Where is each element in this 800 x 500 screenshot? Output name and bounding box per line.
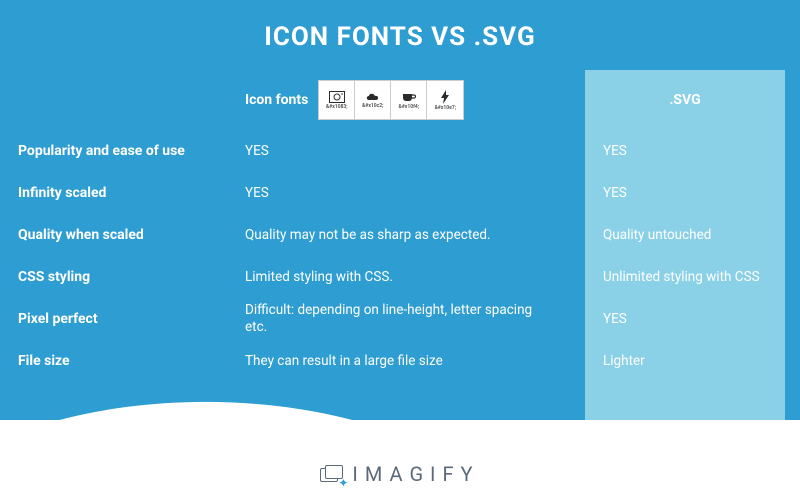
comparison-grid: Popularity and ease of use Infinity scal…	[0, 70, 800, 420]
cell-svg: Unlimited styling with CSS	[603, 256, 785, 298]
row-label: File size	[18, 340, 233, 382]
cloud-icon: &#x10c2;	[355, 81, 391, 119]
row-label: Quality when scaled	[18, 214, 233, 256]
iconfonts-header-label: Icon fonts	[245, 92, 308, 108]
cell-iconfonts: YES	[245, 130, 565, 172]
iconfont-code: &#x1083;	[326, 104, 348, 110]
iconfonts-header: Icon fonts &#x1083; &#x10c2; &#x10f4;	[245, 70, 565, 130]
cell-iconfonts: Difficult: depending on line-height, let…	[245, 298, 565, 340]
iconfont-code: &#x10e7;	[435, 105, 456, 111]
cell-svg: YES	[603, 298, 785, 340]
iconfont-code: &#x10f4;	[399, 104, 420, 110]
brand-logo: ✦ IMAGIFY	[320, 462, 479, 486]
row-label: Infinity scaled	[18, 172, 233, 214]
imagify-logo-icon: ✦	[320, 464, 346, 484]
row-labels-column: Popularity and ease of use Infinity scal…	[18, 130, 233, 382]
cell-svg: YES	[603, 172, 785, 214]
row-label: CSS styling	[18, 256, 233, 298]
infographic-panel: ICON FONTS VS .SVG Popularity and ease o…	[0, 0, 800, 420]
cell-svg: YES	[603, 130, 785, 172]
row-label: Pixel perfect	[18, 298, 233, 340]
row-label: Popularity and ease of use	[18, 130, 233, 172]
footer: ✦ IMAGIFY	[0, 462, 800, 488]
cell-svg: Lighter	[603, 340, 785, 382]
brand-name: IMAGIFY	[352, 462, 479, 486]
cell-iconfonts: YES	[245, 172, 565, 214]
svg-header: .SVG	[603, 70, 785, 130]
iconfonts-column: Icon fonts &#x1083; &#x10c2; &#x10f4;	[245, 70, 565, 382]
bolt-icon: &#x10e7;	[427, 81, 463, 119]
camera-icon: &#x1083;	[319, 81, 355, 119]
cell-iconfonts: They can result in a large file size	[245, 340, 565, 382]
iconfont-code: &#x10c2;	[362, 103, 383, 109]
iconfont-sample-image: &#x1083; &#x10c2; &#x10f4; &#x10e7;	[318, 80, 464, 120]
svg-column: .SVG YES YES Quality untouched Unlimited…	[585, 70, 785, 420]
cell-iconfonts: Quality may not be as sharp as expected.	[245, 214, 565, 256]
coffee-icon: &#x10f4;	[391, 81, 427, 119]
page-title: ICON FONTS VS .SVG	[0, 0, 800, 52]
cell-iconfonts: Limited styling with CSS.	[245, 256, 565, 298]
cell-svg: Quality untouched	[603, 214, 785, 256]
